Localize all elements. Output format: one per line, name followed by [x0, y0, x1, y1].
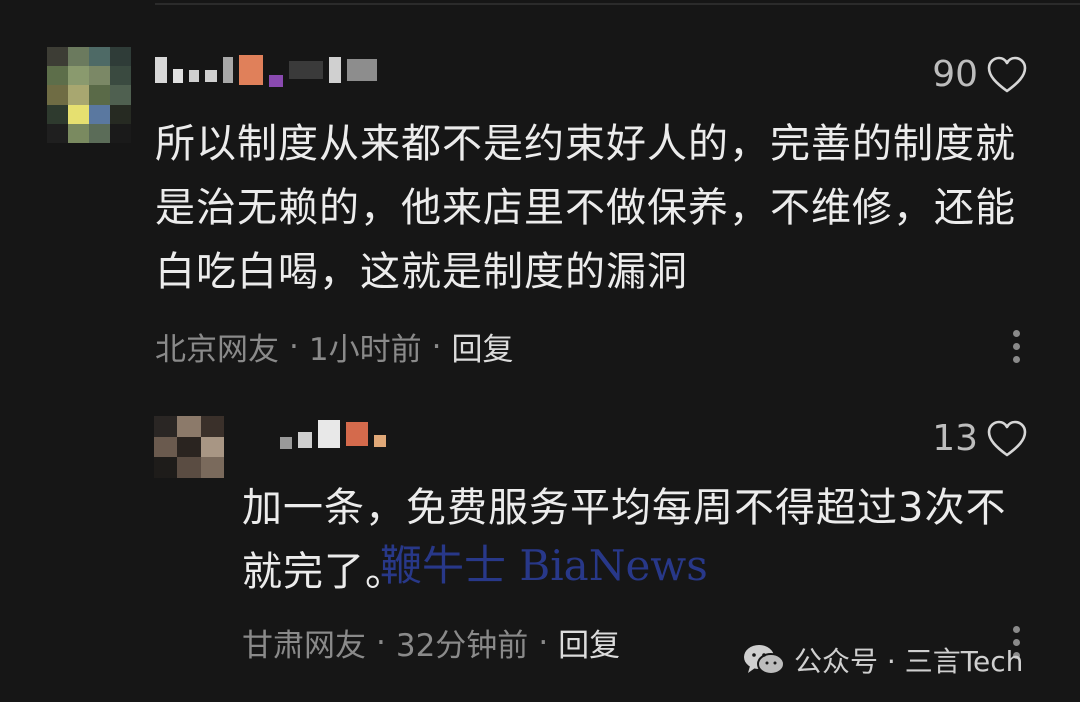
separator: · [289, 328, 299, 365]
timestamp: 32分钟前 [395, 628, 529, 664]
like-counter[interactable]: 90 [932, 54, 1028, 95]
like-count: 90 [932, 54, 978, 95]
watermark: 鞭牛士 BiaNews [380, 541, 708, 590]
avatar[interactable] [47, 47, 131, 143]
heart-icon[interactable] [986, 419, 1028, 459]
source-label-group: 公众号 · 三言Tech [742, 640, 1023, 680]
username-pixelated[interactable] [280, 416, 386, 452]
heart-icon[interactable] [986, 55, 1028, 95]
timestamp: 1小时前 [308, 332, 422, 368]
location-label: 北京网友 [155, 332, 279, 368]
location-label: 甘肃网友 [242, 628, 366, 664]
like-count: 13 [932, 418, 978, 459]
reply-button[interactable]: 回复 [451, 324, 513, 369]
comment-meta: 甘肃网友 · 32分钟前 · 回复 [242, 620, 620, 665]
separator: · [431, 328, 442, 365]
wechat-icon [744, 645, 785, 675]
top-divider [155, 3, 1080, 5]
username-pixelated[interactable] [155, 52, 377, 88]
comment-meta: 北京网友 · 1小时前 · 回复 [155, 324, 513, 369]
avatar[interactable] [154, 416, 224, 478]
reply-button[interactable]: 回复 [558, 620, 620, 665]
comment-text: 所以制度从来都不是约束好人的，完善的制度就是治无赖的，他来店里不做保养，不维修，… [155, 121, 1016, 295]
separator: · [538, 624, 549, 661]
source-label: 公众号 · 三言Tech [794, 645, 1024, 678]
like-counter[interactable]: 13 [932, 418, 1028, 459]
more-vertical-icon[interactable] [1013, 330, 1020, 363]
separator: · [376, 624, 386, 661]
